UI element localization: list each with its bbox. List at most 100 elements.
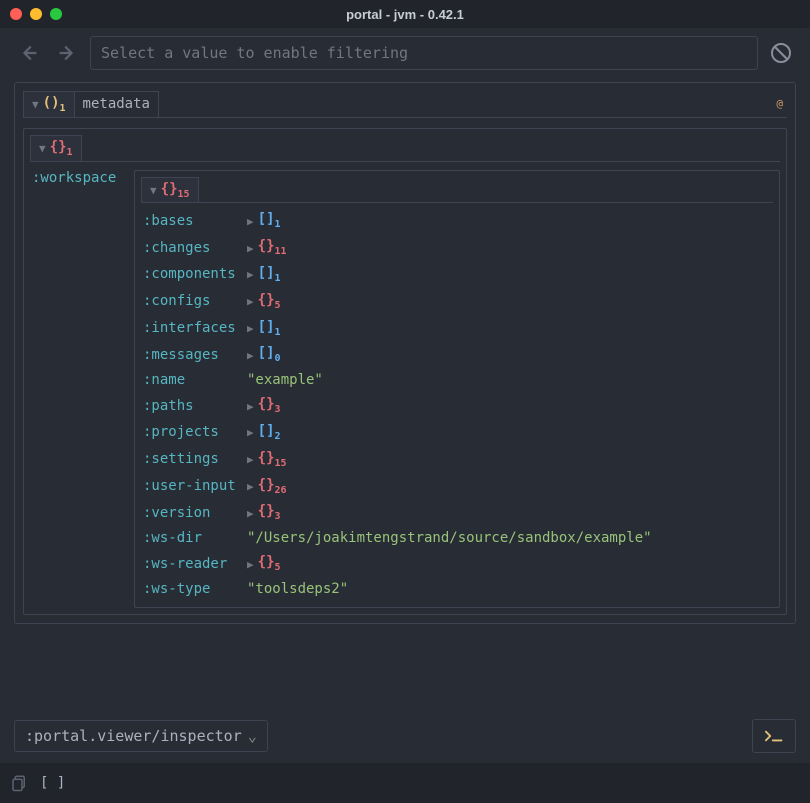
chevron-down-icon [39, 140, 46, 156]
chevron-right-icon [247, 424, 254, 440]
collapsed-coll: []0 [258, 345, 281, 364]
entry-value: "example" [247, 372, 323, 388]
coll-open: [ [258, 265, 266, 281]
coll-open: { [258, 396, 266, 412]
coll-count: 5 [275, 300, 281, 311]
coll-open: [ [258, 345, 266, 361]
coll-count: 0 [275, 353, 281, 364]
title-bar: portal - jvm - 0.42.1 [0, 0, 810, 28]
coll-count: 11 [275, 246, 287, 257]
list-item[interactable]: :changes{}11 [141, 234, 773, 261]
collapsed-coll: {}26 [258, 477, 287, 496]
coll-close: } [266, 396, 274, 412]
entry-key: :messages [143, 347, 243, 363]
workspace-key[interactable]: :workspace [30, 170, 134, 186]
inner-header-cell[interactable]: {}1 [30, 135, 82, 162]
arrow-right-icon [56, 42, 78, 64]
coll-open: { [258, 554, 266, 570]
coll-close: ] [266, 319, 274, 335]
coll-open: { [258, 238, 266, 254]
breadcrumb-path: [ ] [40, 775, 65, 791]
coll-close: } [266, 450, 274, 466]
workspace-row: :workspace {}15 :bases[]1:ch [30, 162, 780, 608]
list-item[interactable]: :messages []0 [141, 341, 773, 368]
window-title: portal - jvm - 0.42.1 [346, 7, 464, 22]
entry-value: {}15 [247, 450, 287, 469]
filter-input[interactable] [90, 36, 758, 70]
entry-key: :ws-type [143, 581, 243, 597]
list-item[interactable]: :ws-reader{}5 [141, 550, 773, 577]
chevron-right-icon [247, 213, 254, 229]
coll-count: 15 [275, 458, 287, 469]
entry-key: :version [143, 505, 243, 521]
list-item[interactable]: :projects[]2 [141, 419, 773, 446]
list-item[interactable]: :version{}3 [141, 499, 773, 526]
string-value: "example" [247, 372, 323, 388]
coll-count: 3 [275, 511, 281, 522]
at-sign-icon: @ [776, 97, 783, 110]
entry-value: {}3 [247, 396, 281, 415]
breadcrumb-metadata[interactable]: metadata [74, 91, 159, 118]
back-button[interactable] [14, 36, 44, 70]
coll-close: } [266, 477, 274, 493]
coll-open: { [258, 450, 266, 466]
list-item[interactable]: :ws-type"toolsdeps2" [141, 577, 773, 601]
workspace-header-cell[interactable]: {}15 [141, 177, 199, 204]
coll-close: } [266, 292, 274, 308]
list-item[interactable]: :bases[]1 [141, 207, 773, 234]
entry-key: :name [143, 372, 243, 388]
breadcrumb-root[interactable]: ()1 [23, 91, 74, 118]
coll-count: 2 [275, 431, 281, 442]
coll-close: ] [266, 345, 274, 361]
entry-value: []2 [247, 423, 281, 442]
list-item[interactable]: :ws-dir"/Users/joakimtengstrand/source/s… [141, 526, 773, 550]
inner-header: {}1 [30, 135, 780, 162]
list-item[interactable]: :user-input{}26 [141, 473, 773, 500]
chevron-right-icon [247, 240, 254, 256]
forward-button[interactable] [52, 36, 82, 70]
coll-count: 3 [275, 404, 281, 415]
entry-key: :ws-dir [143, 530, 243, 546]
chevron-right-icon [247, 451, 254, 467]
coll-count: 1 [275, 273, 281, 284]
zoom-window-button[interactable] [50, 8, 62, 20]
entry-key: :components [143, 266, 243, 282]
chevron-right-icon [247, 478, 254, 494]
inner-open: { [50, 139, 58, 155]
chevron-down-icon [150, 182, 157, 198]
chevron-right-icon [247, 320, 254, 336]
list-item[interactable]: :name"example" [141, 368, 773, 392]
chevron-down-icon [32, 96, 39, 112]
ws-open: { [161, 181, 169, 197]
clear-button[interactable] [766, 36, 796, 70]
viewer-bar: :portal.viewer/inspector ⌄ [0, 713, 810, 759]
run-button[interactable] [752, 719, 796, 753]
coll-open: [ [258, 211, 266, 227]
root-count: 1 [60, 103, 66, 114]
coll-open: { [258, 292, 266, 308]
minimize-window-button[interactable] [30, 8, 42, 20]
coll-open: { [258, 503, 266, 519]
status-bar: [ ] [0, 763, 810, 803]
close-window-button[interactable] [10, 8, 22, 20]
copy-button[interactable] [8, 772, 30, 794]
ws-count: 15 [178, 188, 190, 199]
collapsed-coll: {}5 [258, 292, 281, 311]
entry-key: :settings [143, 451, 243, 467]
entry-value: []1 [247, 265, 281, 284]
list-item[interactable]: :paths{}3 [141, 392, 773, 419]
entry-value: {}3 [247, 503, 281, 522]
coll-close: ] [266, 265, 274, 281]
prompt-icon [764, 728, 784, 744]
arrow-left-icon [18, 42, 40, 64]
chevron-right-icon [247, 347, 254, 363]
viewer-select[interactable]: :portal.viewer/inspector ⌄ [14, 720, 268, 752]
list-item[interactable]: :components []1 [141, 261, 773, 288]
entry-value: {}11 [247, 238, 287, 257]
inner-close: } [58, 139, 66, 155]
list-item[interactable]: :configs{}5 [141, 288, 773, 315]
list-item[interactable]: :interfaces[]1 [141, 315, 773, 342]
list-item[interactable]: :settings{}15 [141, 446, 773, 473]
collapsed-coll: []1 [258, 265, 281, 284]
ws-close: } [169, 181, 177, 197]
